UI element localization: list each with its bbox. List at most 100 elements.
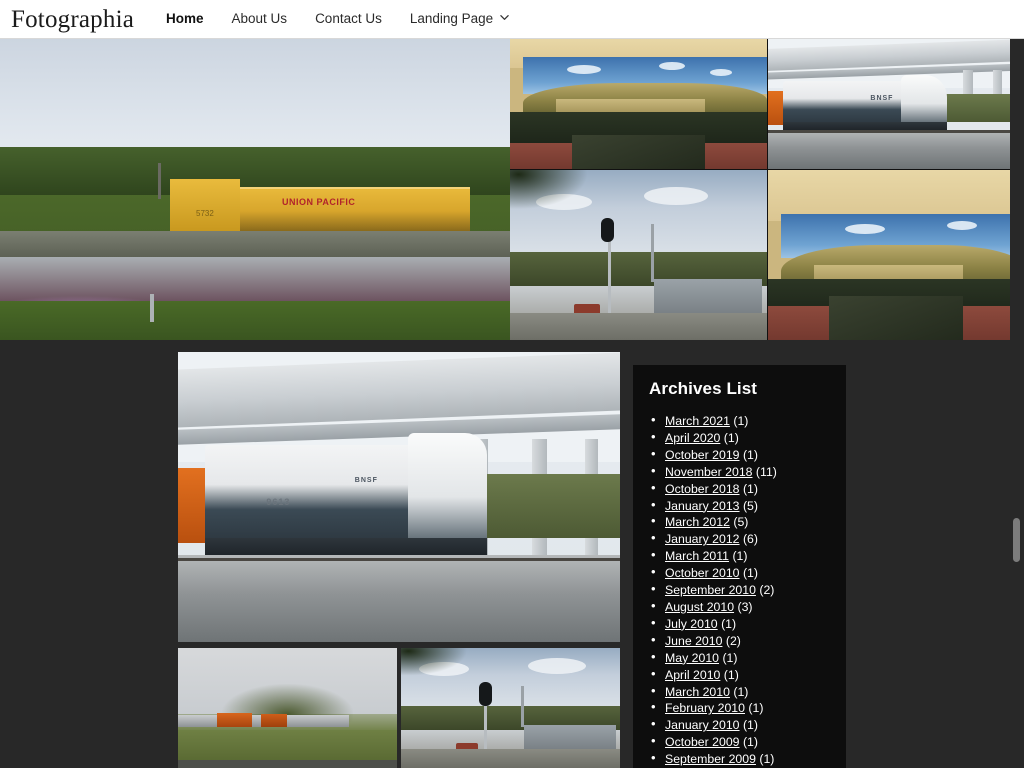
- archive-link[interactable]: March 2011: [665, 549, 729, 563]
- hero-photo-grid: UNION PACIFIC 5732 BNSF: [0, 39, 1024, 340]
- archive-count: (5): [733, 515, 749, 530]
- hero-photo-quad-grid: BNSF: [510, 39, 1024, 340]
- list-item: November 2018 (11): [649, 463, 830, 481]
- archive-link[interactable]: February 2010: [665, 701, 745, 715]
- archive-link[interactable]: November 2018: [665, 465, 753, 479]
- list-item: April 2020 (1): [649, 429, 830, 447]
- page-scrollbar[interactable]: [1010, 39, 1024, 768]
- hero-photo-street-signal[interactable]: [510, 170, 767, 340]
- list-item: September 2010 (2): [649, 581, 830, 599]
- archive-count: (1): [742, 566, 758, 581]
- archive-link[interactable]: September 2010: [665, 583, 756, 597]
- archive-link[interactable]: January 2010: [665, 718, 740, 732]
- list-item: May 2010 (1): [649, 649, 830, 667]
- archive-link[interactable]: March 2021: [665, 414, 730, 428]
- photo-bnsf-9613-under-overpass: 9613 BNSF: [178, 352, 620, 642]
- archive-link[interactable]: May 2010: [665, 651, 719, 665]
- list-item: January 2013 (5): [649, 497, 830, 515]
- list-item: March 2021 (1): [649, 412, 830, 430]
- content-column: 9613 BNSF: [178, 352, 620, 768]
- archive-link[interactable]: March 2010: [665, 685, 730, 699]
- photo-model-railroad-diorama-wide: [768, 170, 1024, 340]
- nav-item-label: Home: [166, 11, 204, 27]
- archive-link[interactable]: June 2010: [665, 634, 722, 648]
- list-item: January 2012 (6): [649, 530, 830, 548]
- photo-bnsf-under-overpass: BNSF: [768, 39, 1024, 169]
- nav-item-label: Landing Page: [409, 11, 494, 27]
- nav-item-label: About Us: [231, 11, 288, 27]
- archive-link[interactable]: September 2009: [665, 752, 756, 766]
- scrollbar-thumb[interactable]: [1013, 518, 1020, 562]
- photo-signal-mast-crossing: [401, 648, 620, 768]
- archive-link[interactable]: July 2010: [665, 617, 718, 631]
- archive-count: (1): [733, 684, 749, 699]
- archive-count: (1): [723, 667, 739, 682]
- hero-photo-bnsf-1[interactable]: BNSF: [768, 39, 1024, 169]
- photo-model-railroad-diorama: [510, 39, 767, 169]
- archives-title: Archives List: [649, 379, 758, 398]
- thumbnail-photo-rural-freight[interactable]: [178, 648, 397, 768]
- list-item: October 2019 (1): [649, 446, 830, 464]
- chevron-down-icon: [500, 13, 509, 22]
- photo-union-pacific-locomotive: UNION PACIFIC 5732: [0, 39, 510, 340]
- archive-link[interactable]: January 2013: [665, 499, 740, 513]
- archive-count: (1): [742, 718, 758, 733]
- archive-count: (1): [742, 735, 758, 750]
- list-item: July 2010 (1): [649, 615, 830, 633]
- archive-count: (2): [725, 633, 741, 648]
- primary-navigation: Home About Us Contact Us Landing Page: [152, 12, 523, 26]
- list-item: October 2009 (1): [649, 733, 830, 751]
- list-item: April 2010 (1): [649, 666, 830, 684]
- list-item: October 2010 (1): [649, 564, 830, 582]
- archive-link[interactable]: January 2012: [665, 532, 740, 546]
- archive-link[interactable]: August 2010: [665, 600, 734, 614]
- nav-item-landing-page[interactable]: Landing Page: [396, 12, 523, 26]
- archive-count: (5): [742, 498, 758, 513]
- list-item: June 2010 (2): [649, 632, 830, 650]
- archive-count: (1): [733, 414, 749, 428]
- list-item: March 2012 (5): [649, 513, 830, 531]
- archive-count: (6): [742, 532, 758, 547]
- hero-photo-diorama-2[interactable]: [768, 170, 1024, 340]
- hero-photo-large[interactable]: UNION PACIFIC 5732: [0, 39, 510, 340]
- archive-count: (1): [722, 650, 738, 665]
- archive-count: (1): [721, 616, 737, 631]
- list-item: September 2009 (1): [649, 750, 830, 768]
- list-item: January 2010 (1): [649, 716, 830, 734]
- photo-orange-freight-field: [178, 648, 397, 768]
- archive-count: (1): [748, 701, 764, 716]
- archive-link[interactable]: March 2012: [665, 515, 730, 529]
- archive-count: (1): [742, 481, 758, 496]
- site-header: Fotographia Home About Us Contact Us Lan…: [0, 0, 1024, 39]
- archive-count: (1): [732, 549, 748, 564]
- archive-link[interactable]: October 2010: [665, 566, 740, 580]
- archive-count: (1): [723, 430, 739, 445]
- photo-railroad-signal-street: [510, 170, 767, 340]
- thumbnail-photo-street-signal[interactable]: [401, 648, 620, 768]
- archives-list: March 2021 (1) April 2020 (1) October 20…: [649, 412, 830, 768]
- archive-link[interactable]: October 2009: [665, 735, 740, 749]
- archive-count: (2): [759, 583, 775, 598]
- archive-link[interactable]: October 2019: [665, 448, 740, 462]
- featured-photo[interactable]: 9613 BNSF: [178, 352, 620, 642]
- archive-count: (3): [737, 599, 753, 614]
- archive-count: (1): [742, 447, 758, 462]
- archive-link[interactable]: April 2010: [665, 668, 720, 682]
- nav-item-about-us[interactable]: About Us: [218, 12, 302, 26]
- thumbnail-row: [178, 648, 620, 768]
- archive-count: (1): [759, 752, 775, 767]
- nav-item-contact-us[interactable]: Contact Us: [301, 12, 396, 26]
- list-item: October 2018 (1): [649, 480, 830, 498]
- list-item: August 2010 (3): [649, 598, 830, 616]
- list-item: March 2010 (1): [649, 683, 830, 701]
- nav-item-home[interactable]: Home: [152, 12, 218, 26]
- archive-link[interactable]: October 2018: [665, 482, 740, 496]
- nav-item-label: Contact Us: [315, 11, 382, 27]
- main-content-area: 9613 BNSF Archives List • March 2021 (1)…: [0, 340, 1024, 768]
- archives-sidebar: Archives List March 2021 (1) April 2020 …: [633, 365, 846, 768]
- archive-link[interactable]: April 2020: [665, 431, 720, 445]
- list-item: February 2010 (1): [649, 699, 830, 717]
- list-item: March 2011 (1): [649, 547, 830, 565]
- hero-photo-diorama-1[interactable]: [510, 39, 767, 169]
- site-brand[interactable]: Fotographia: [11, 7, 134, 32]
